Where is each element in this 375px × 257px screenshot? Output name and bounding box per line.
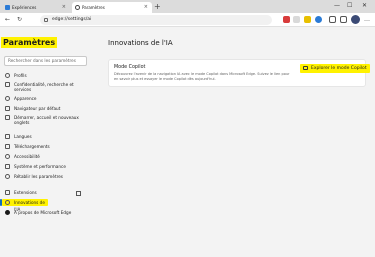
download-icon bbox=[5, 144, 10, 149]
system-icon bbox=[5, 164, 10, 169]
gear-icon bbox=[75, 5, 80, 10]
sidebar-item-label: Accessibilité bbox=[14, 154, 40, 159]
card-description: Découvrez l'avenir de la navigation IA a… bbox=[114, 72, 290, 81]
extension-icon[interactable] bbox=[315, 16, 322, 23]
favorites-icon[interactable] bbox=[329, 16, 336, 23]
maximize-button[interactable]: ☐ bbox=[347, 0, 352, 12]
tab-bar: Expériences × Paramètres × + — ☐ ✕ bbox=[0, 0, 375, 13]
copilot-icon bbox=[303, 66, 308, 70]
sidebar-item-about[interactable]: À propos de Microsoft Edge bbox=[4, 210, 90, 215]
sidebar-item-ai-innovations[interactable]: Innovations de l'IA bbox=[2, 199, 48, 212]
extensions-icon bbox=[5, 190, 10, 195]
address-bar[interactable]: edge://settings/ai bbox=[40, 15, 272, 25]
sidebar-item-label: Confidentialité, recherche et services bbox=[14, 82, 74, 93]
close-tab-icon[interactable]: × bbox=[62, 2, 66, 13]
sidebar-item-reset[interactable]: Rétablir les paramètres bbox=[4, 174, 90, 179]
sidebar-item-profiles[interactable]: Profils bbox=[4, 73, 90, 78]
language-icon bbox=[5, 134, 10, 139]
sidebar-item-label: À propos de Microsoft Edge bbox=[14, 210, 72, 215]
sidebar-item-label: Langues bbox=[14, 134, 32, 139]
settings-content: Innovations de l'IA Mode Copilot Découvr… bbox=[92, 28, 375, 257]
edge-icon bbox=[5, 210, 10, 215]
sidebar-item-label: Système et performance bbox=[14, 164, 66, 169]
home-icon bbox=[5, 115, 10, 120]
sidebar-item-label: Démarrer, accueil et nouveaux onglets bbox=[14, 115, 79, 126]
sidebar-item-label: Téléchargements bbox=[14, 144, 50, 149]
flask-icon bbox=[5, 5, 10, 10]
sidebar-item-system[interactable]: Système et performance bbox=[4, 164, 90, 169]
address-text: edge://settings/ai bbox=[52, 17, 92, 22]
sidebar-item-languages[interactable]: Langues bbox=[4, 134, 90, 139]
minimize-button[interactable]: — bbox=[334, 0, 340, 12]
explore-copilot-button[interactable]: Explorer le mode Copilot bbox=[300, 64, 370, 73]
sidebar-item-accessibility[interactable]: Accessibilité bbox=[4, 154, 90, 159]
sidebar-item-default-browser[interactable]: Navigateur par défaut bbox=[4, 106, 90, 111]
sidebar-item-label: Extensions bbox=[14, 190, 37, 195]
sidebar-item-label: Navigateur par défaut bbox=[14, 106, 61, 111]
new-tab-button[interactable]: + bbox=[154, 1, 161, 12]
card-title: Mode Copilot bbox=[114, 65, 146, 70]
profile-avatar[interactable] bbox=[351, 15, 360, 24]
extension-icon[interactable] bbox=[283, 16, 290, 23]
collections-icon[interactable] bbox=[340, 16, 347, 23]
sidebar-item-privacy[interactable]: Confidentialité, recherche et services bbox=[4, 82, 90, 92]
sidebar-item-start-home[interactable]: Démarrer, accueil et nouveaux onglets bbox=[4, 115, 90, 125]
profile-icon bbox=[5, 73, 10, 78]
close-window-button[interactable]: ✕ bbox=[362, 0, 367, 12]
sidebar-item-downloads[interactable]: Téléchargements bbox=[4, 144, 90, 149]
sidebar-item-label: Profils bbox=[14, 73, 27, 78]
reset-icon bbox=[5, 174, 10, 179]
tab-label: Expériences bbox=[12, 5, 37, 10]
section-title: Innovations de l'IA bbox=[108, 39, 173, 47]
tab-settings[interactable]: Paramètres × bbox=[72, 2, 152, 13]
extension-icon[interactable] bbox=[304, 16, 311, 23]
toolbar: ← ↻ edge://settings/ai … bbox=[0, 13, 375, 27]
external-link-icon bbox=[76, 191, 81, 196]
site-info-icon[interactable] bbox=[44, 18, 48, 22]
button-label: Explorer le mode Copilot bbox=[311, 66, 367, 71]
tab-experiences[interactable]: Expériences × bbox=[2, 2, 70, 13]
sidebar-item-label: Apparence bbox=[14, 96, 37, 101]
tab-label: Paramètres bbox=[82, 5, 105, 10]
more-menu-icon[interactable]: … bbox=[364, 15, 370, 25]
search-input[interactable]: Rechercher dans les paramètres bbox=[4, 56, 87, 66]
copilot-mode-card: Mode Copilot Découvrez l'avenir de la na… bbox=[108, 59, 370, 87]
lock-icon bbox=[5, 82, 10, 87]
accessibility-icon bbox=[5, 154, 10, 159]
back-button[interactable]: ← bbox=[5, 15, 10, 25]
browser-icon bbox=[5, 106, 10, 111]
settings-sidebar: Paramètres Rechercher dans les paramètre… bbox=[0, 28, 92, 257]
close-tab-icon[interactable]: × bbox=[144, 2, 148, 13]
sidebar-item-appearance[interactable]: Apparence bbox=[4, 96, 90, 101]
appearance-icon bbox=[5, 96, 10, 101]
refresh-button[interactable]: ↻ bbox=[17, 15, 22, 25]
page-title: Paramètres bbox=[1, 37, 58, 48]
sidebar-item-label: Rétablir les paramètres bbox=[14, 174, 63, 179]
ai-icon bbox=[5, 200, 10, 205]
read-aloud-icon[interactable] bbox=[293, 16, 300, 23]
